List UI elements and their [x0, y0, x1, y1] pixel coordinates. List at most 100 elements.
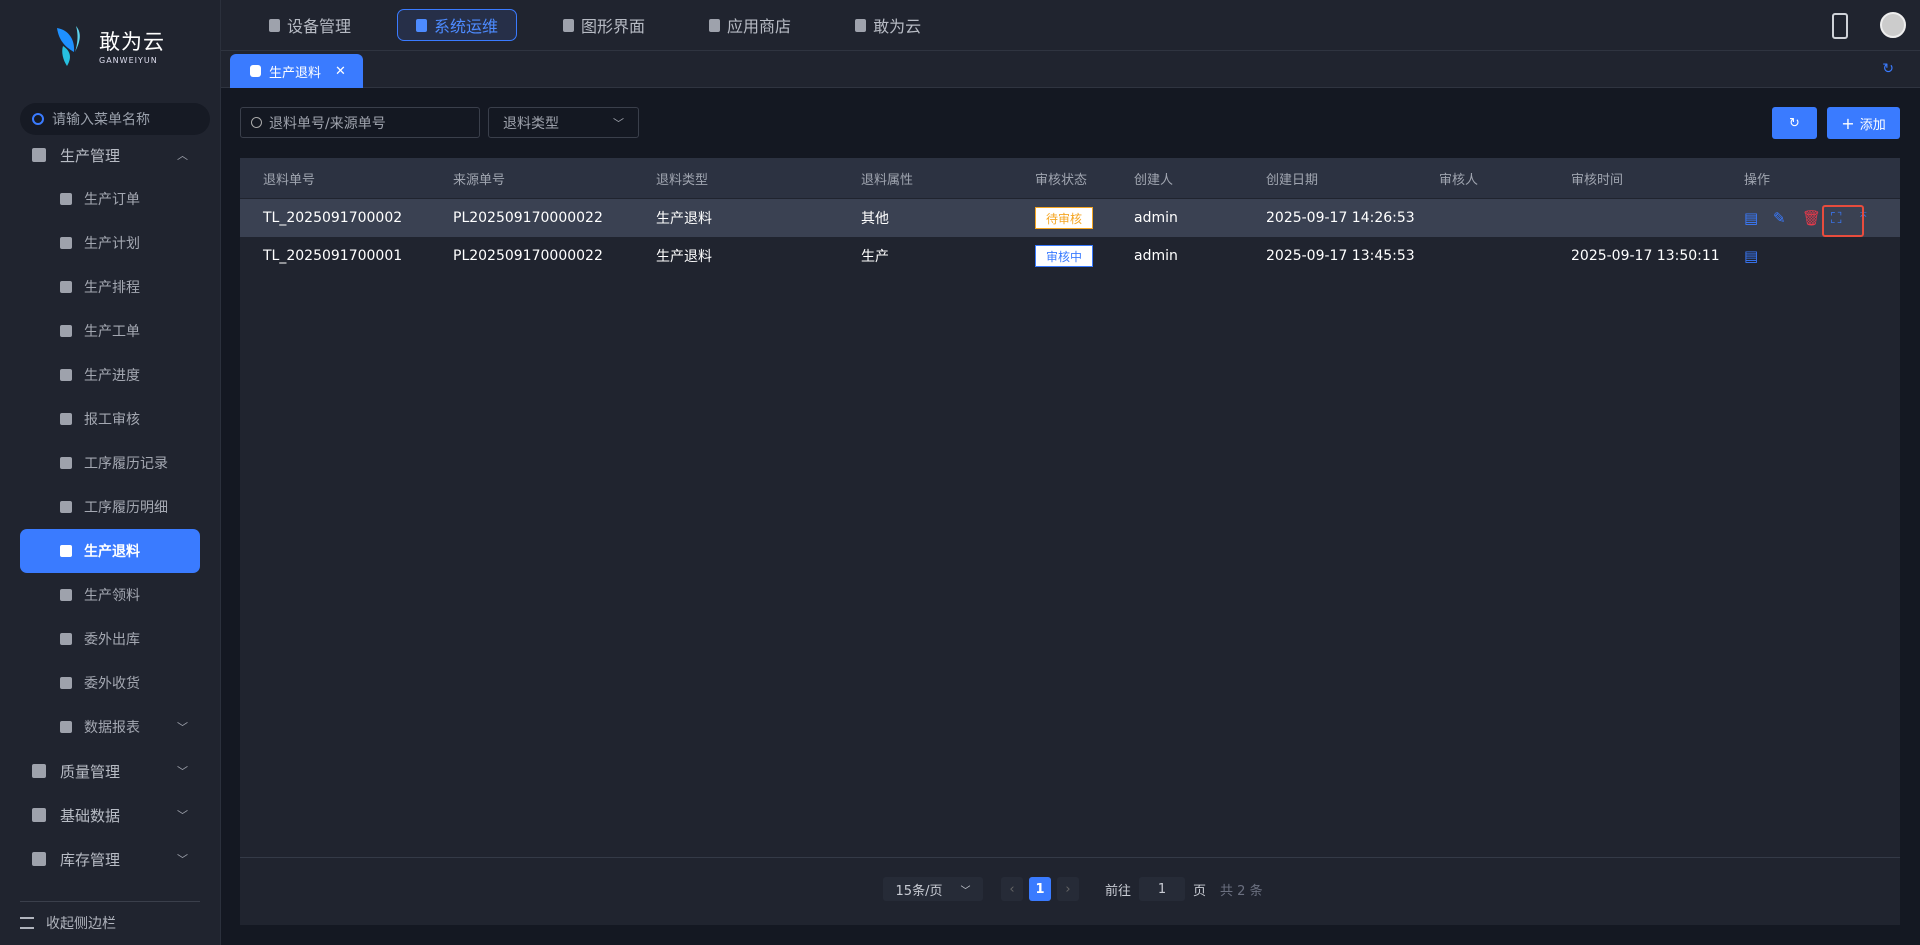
add-button[interactable]: + 添加 [1827, 107, 1900, 139]
table-row[interactable]: TL_2025091700001 PL202509170000022 生产退料 生产 审… [240, 237, 1900, 275]
delete-icon[interactable]: 🗑 [1802, 210, 1821, 226]
cube-icon [60, 545, 72, 557]
boxes-icon [60, 237, 72, 249]
nav-device-management[interactable]: 设备管理 [251, 9, 369, 41]
nav-system-ops[interactable]: 系统运维 [397, 9, 518, 41]
store-icon [709, 18, 721, 32]
search-icon [251, 117, 262, 128]
nav-ganweiyun[interactable]: 敢为云 [837, 9, 939, 41]
sidebar-group-basic-data[interactable]: 基础数据 ﹀ [0, 793, 220, 837]
view-doc-icon[interactable]: ▤ [1744, 210, 1759, 226]
refresh-button[interactable]: ↻ [1772, 107, 1817, 139]
sidebar-menu: 生产管理 ︿ 生产订单 生产计划 生产排程 生产工单 生产进度 报工审核 工序履历… [0, 133, 220, 881]
wrench-icon [416, 18, 428, 32]
calendar-icon [60, 281, 72, 293]
trash-box-icon [60, 193, 72, 205]
column-header: 审核状态 [1035, 172, 1088, 188]
goto-page: 前往 1 页共 2 条 [1105, 877, 1263, 901]
search-placeholder: 退料单号/来源单号 [269, 115, 386, 132]
sidebar-item-progress[interactable]: 生产进度 [0, 353, 220, 397]
top-nav: 设备管理 系统运维 图形界面 应用商店 敢为云 [221, 0, 1920, 51]
edit-icon[interactable]: ✎ [1773, 210, 1788, 226]
logo: 敢为云 GANWEIYUN [55, 22, 165, 68]
mobile-icon[interactable] [1832, 13, 1848, 39]
chevron-down-icon: ﹀ [177, 853, 188, 866]
sidebar-item-outsource-out[interactable]: 委外出库 [0, 617, 220, 661]
sidebar-item-process-history[interactable]: 工序履历记录 [0, 441, 220, 485]
sidebar-group-inventory[interactable]: 库存管理 ﹀ [0, 837, 220, 881]
item-label: 工序履历记录 [84, 456, 168, 472]
column-header: 退料单号 [263, 172, 316, 188]
group-label: 基础数据 [60, 806, 121, 825]
close-icon[interactable]: ✕ [335, 64, 346, 79]
sidebar-item-process-detail[interactable]: 工序履历明细 [0, 485, 220, 529]
cube-icon [250, 65, 261, 77]
item-label: 报工审核 [84, 412, 140, 428]
goto-value: 1 [1157, 881, 1167, 897]
column-header: 审核人 [1439, 172, 1479, 188]
nav-graphic-ui[interactable]: 图形界面 [545, 9, 663, 41]
prev-page-button[interactable]: ‹ [1001, 877, 1023, 901]
nav-label: 敢为云 [873, 17, 922, 36]
sidebar-group-production[interactable]: 生产管理 ︿ [0, 133, 220, 177]
avatar[interactable] [1880, 12, 1906, 38]
globe-icon [32, 808, 46, 822]
page-unit: 页 [1193, 883, 1207, 899]
nav-app-store[interactable]: 应用商店 [691, 9, 809, 41]
cell-return-no: TL_2025091700001 [263, 248, 403, 264]
menu-search-input[interactable]: 请输入菜单名称 [20, 103, 210, 135]
divider [20, 901, 200, 902]
view-doc-icon[interactable]: ▤ [1744, 248, 1759, 264]
monitor-icon [563, 18, 575, 32]
column-header: 退料类型 [656, 172, 709, 188]
item-label: 委外出库 [84, 632, 140, 648]
chevron-right-icon: › [1057, 877, 1079, 901]
item-label: 生产计划 [84, 236, 140, 252]
tab-material-return[interactable]: 生产退料 ✕ [230, 54, 363, 88]
document-icon [60, 633, 72, 645]
total-count: 共 2 条 [1220, 883, 1263, 899]
logo-subtext: GANWEIYUN [99, 55, 158, 65]
page-size-select[interactable]: 15条/页 ﹀ [883, 877, 983, 901]
sidebar-item-work-order[interactable]: 生产工单 [0, 309, 220, 353]
warehouse-icon [32, 852, 46, 866]
item-label: 生产领料 [84, 588, 140, 604]
sidebar: 敢为云 GANWEIYUN 请输入菜单名称 生产管理 ︿ 生产订单 生产计划 生产排… [0, 0, 221, 945]
status-badge: 待审核 [1035, 207, 1094, 229]
shield-icon [32, 764, 46, 778]
cell-audit-status: 待审核 [1035, 199, 1094, 237]
group-label: 生产管理 [60, 146, 121, 165]
status-badge: 审核中 [1035, 245, 1094, 267]
collapse-sidebar-button[interactable]: 收起侧边栏 [20, 913, 116, 933]
next-page-button[interactable]: › [1057, 877, 1079, 901]
sidebar-item-outsource-receive[interactable]: 委外收货 [0, 661, 220, 705]
goto-page-input[interactable]: 1 [1139, 877, 1186, 901]
sidebar-group-quality[interactable]: 质量管理 ﹀ [0, 749, 220, 793]
cell-created-date: 2025-09-17 13:45:53 [1266, 248, 1415, 264]
table-row[interactable]: TL_2025091700002 PL202509170000022 生产退料 其他 待… [240, 199, 1900, 237]
calendar-icon [60, 369, 72, 381]
chevron-left-icon: ‹ [1001, 877, 1023, 901]
order-search-input[interactable]: 退料单号/来源单号 [240, 107, 480, 138]
sidebar-item-data-report[interactable]: 数据报表 ﹀ [0, 705, 220, 749]
sidebar-item-scheduling[interactable]: 生产排程 [0, 265, 220, 309]
item-label: 生产进度 [84, 368, 140, 384]
chevron-down-icon: ﹀ [613, 116, 624, 130]
nav-label: 系统运维 [434, 17, 499, 36]
goto-label: 前往 [1105, 883, 1132, 899]
sidebar-item-production-order[interactable]: 生产订单 [0, 177, 220, 221]
sidebar-item-report-audit[interactable]: 报工审核 [0, 397, 220, 441]
clipboard-icon [60, 457, 72, 469]
return-type-select[interactable]: 退料类型 ﹀ [488, 107, 639, 138]
cell-return-type: 生产退料 [656, 249, 712, 265]
butterfly-icon [855, 18, 867, 32]
sidebar-item-material-return[interactable]: 生产退料 [20, 529, 200, 573]
chevron-down-icon: ﹀ [177, 765, 188, 778]
sidebar-item-material-pick[interactable]: 生产领料 [0, 573, 220, 617]
refresh-icon[interactable]: ↻ [1882, 61, 1894, 77]
warehouse-icon [60, 721, 72, 733]
sidebar-item-production-plan[interactable]: 生产计划 [0, 221, 220, 265]
cell-return-attr: 生产 [861, 249, 889, 265]
page-1-button[interactable]: 1 [1029, 877, 1051, 901]
cell-source-no: PL202509170000022 [453, 248, 603, 264]
